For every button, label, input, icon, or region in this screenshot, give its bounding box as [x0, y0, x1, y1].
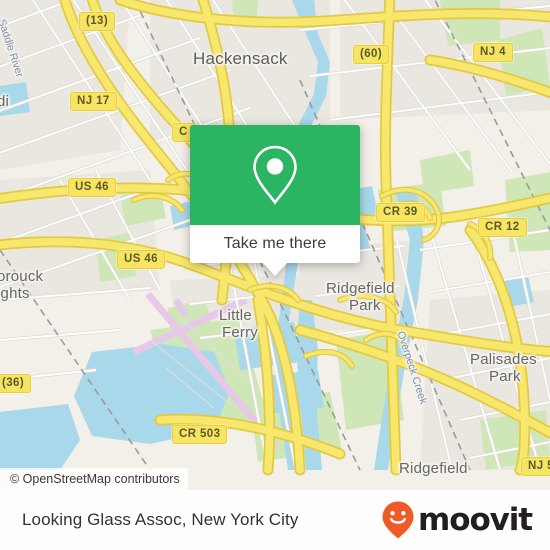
road-shield: NJ 4 — [473, 43, 513, 62]
osm-attribution[interactable]: © OpenStreetMap contributors — [0, 468, 188, 492]
road-shield: CR 12 — [478, 218, 527, 237]
callout-tail — [263, 263, 287, 276]
moovit-smiley-pin-icon — [382, 501, 414, 539]
road-shield: CR 39 — [376, 203, 425, 222]
road-shield: NJ 17 — [70, 92, 117, 111]
footer-bar: Looking Glass Assoc, New York City moovi… — [0, 490, 550, 550]
road-shield: US 46 — [68, 178, 116, 197]
road-shield: (13) — [79, 12, 116, 31]
map-screenshot: Hackensack Little Ferry Ridgefield Park Palis… — [0, 0, 550, 550]
moovit-brand[interactable]: moovit — [381, 500, 533, 540]
road-shield: CR 503 — [172, 425, 228, 444]
callout-pin-panel — [190, 125, 360, 225]
road-shield: (36) — [0, 374, 32, 393]
moovit-wordmark: moovit — [418, 501, 533, 538]
road-shield: (60) — [353, 45, 390, 64]
map-pin-icon — [253, 145, 297, 205]
take-me-there-button[interactable]: Take me there — [190, 225, 360, 263]
take-me-there-label: Take me there — [223, 235, 327, 252]
location-callout[interactable]: Take me there — [190, 125, 360, 276]
location-title: Looking Glass Assoc, New York City — [22, 510, 299, 529]
road-shield: US 46 — [117, 250, 165, 269]
road-shield: NJ 5 — [521, 457, 550, 476]
